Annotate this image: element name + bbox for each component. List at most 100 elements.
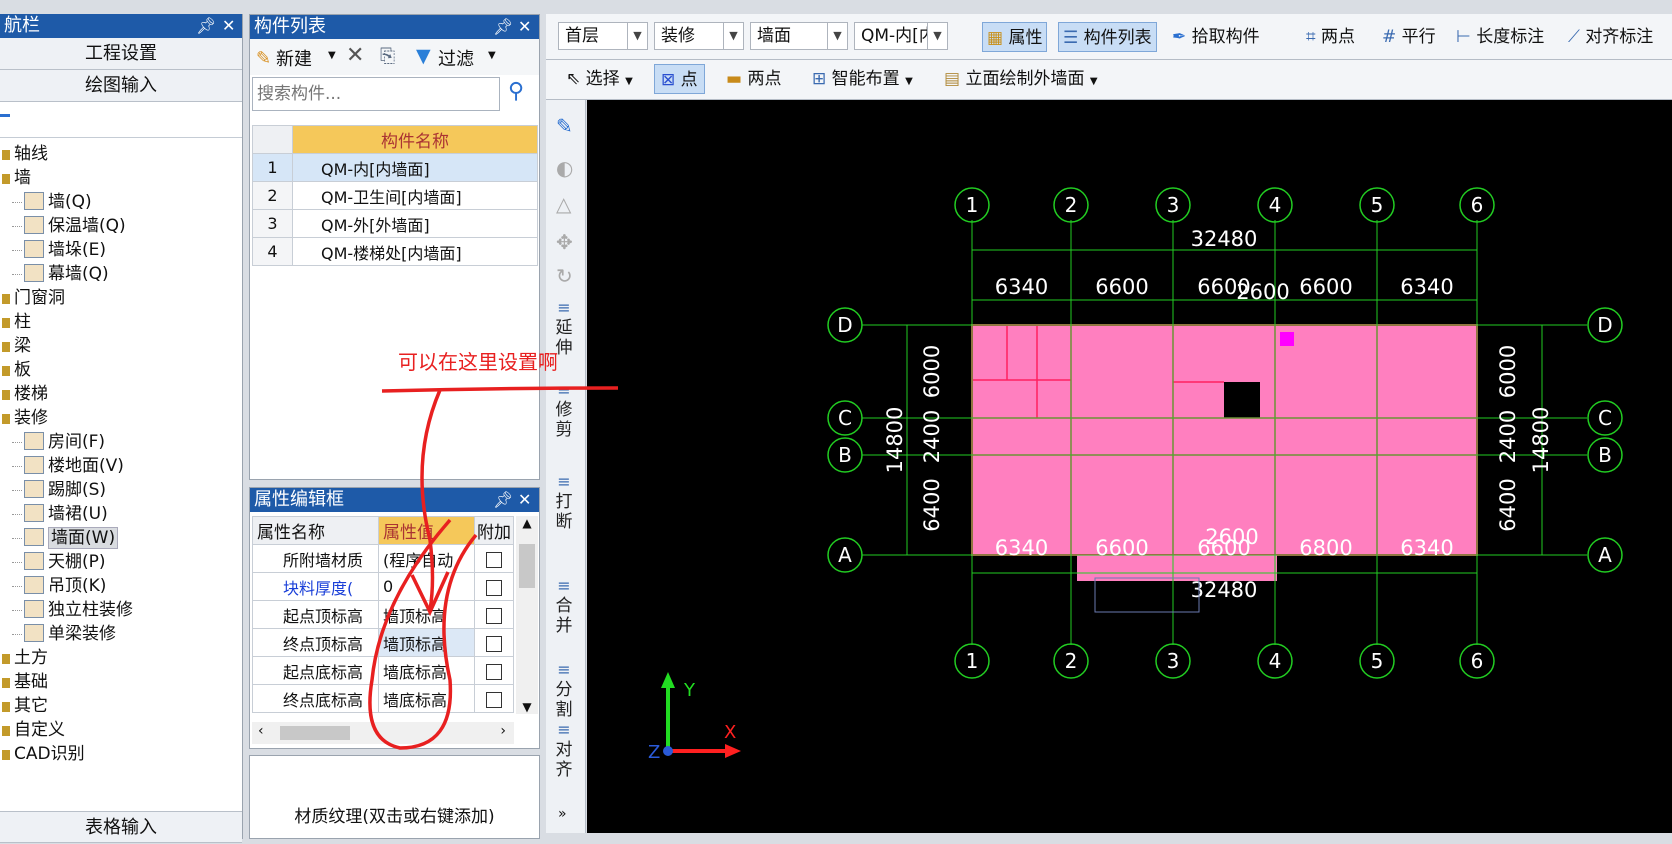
floor-plan-drawing[interactable]: 112233445566D DC CB BA A32480324806340 6600 66…	[587, 100, 1672, 833]
nav-tree-item[interactable]: 幕墙(Q)	[0, 262, 242, 286]
nav-tree-item[interactable]: 轴线	[0, 142, 242, 166]
component-name-header[interactable]: 构件名称	[292, 125, 538, 154]
component-name-cell[interactable]: QM-楼梯处[内墙面]	[292, 237, 538, 266]
scroll-right-icon[interactable]: ›	[500, 723, 506, 739]
hscroll-thumb[interactable]	[280, 726, 350, 740]
checkbox[interactable]	[486, 635, 502, 652]
new-button[interactable]: 新建	[276, 45, 312, 71]
nav-tree-item[interactable]: 门窗洞	[0, 286, 242, 310]
component-name-cell[interactable]: QM-卫生间[内墙面]	[292, 181, 538, 210]
table-row[interactable]: 1 QM-内[内墙面]	[252, 153, 538, 182]
property-extra-cell[interactable]	[474, 572, 514, 601]
drawing-input-button[interactable]: 绘图输入	[0, 70, 242, 102]
project-settings-button[interactable]: 工程设置	[0, 38, 242, 70]
property-extra-cell[interactable]	[474, 628, 514, 657]
nav-tree-item[interactable]: 梁	[0, 334, 242, 358]
component-name-cell[interactable]: QM-内[内墙面]	[292, 153, 538, 182]
vertical-tool-button[interactable]: ≡ 分割	[546, 660, 582, 720]
scroll-left-icon[interactable]: ‹	[258, 723, 264, 739]
checkbox[interactable]	[486, 579, 502, 596]
property-value-cell[interactable]: 墙顶标高	[378, 600, 475, 629]
nav-tree-item[interactable]: 基础	[0, 670, 242, 694]
table-row[interactable]: 所附墙材质 (程序自动	[252, 544, 514, 573]
vertical-tool-button[interactable]: ≡ 延伸	[546, 298, 582, 358]
move-icon[interactable]: ✥	[556, 230, 573, 254]
parallel-button[interactable]: # 平行	[1382, 22, 1436, 52]
nav-tree-item[interactable]: 楼地面(V)	[0, 454, 242, 478]
nav-tree-item[interactable]: 墙(Q)	[0, 190, 242, 214]
align-dim-button[interactable]: ⟋ 对齐标注	[1568, 22, 1653, 52]
filter-button[interactable]: 过滤	[438, 45, 474, 71]
table-row[interactable]: 起点底标高 墙底标高	[252, 656, 514, 685]
component-select[interactable]: QM-内[内 ▼	[854, 22, 948, 50]
table-row[interactable]: 4 QM-楼梯处[内墙面]	[252, 237, 538, 266]
properties-button[interactable]: ▦ 属性	[982, 22, 1048, 52]
component-name-cell[interactable]: QM-外[外墙面]	[292, 209, 538, 238]
delete-icon[interactable]: ✕	[346, 43, 364, 68]
expand-more-icon[interactable]: »	[558, 806, 567, 822]
vertical-tool-button[interactable]: ≡ 合并	[546, 576, 582, 636]
table-row[interactable]: 终点顶标高 墙顶标高	[252, 628, 514, 657]
property-extra-cell[interactable]	[474, 684, 514, 713]
vertical-tool-button[interactable]: ≡ 修剪	[546, 380, 582, 440]
brush-icon[interactable]: ✎	[556, 114, 573, 138]
table-row[interactable]: 终点底标高 墙底标高	[252, 684, 514, 713]
mirror-icon[interactable]: ◐	[556, 156, 573, 180]
nav-tree-item[interactable]: 土方	[0, 646, 242, 670]
nav-tree-item[interactable]: 墙	[0, 166, 242, 190]
texture-panel[interactable]: 材质纹理(双击或右键添加)	[249, 755, 540, 839]
table-row[interactable]: 3 QM-外[外墙面]	[252, 209, 538, 238]
type-select[interactable]: 墙面 ▼	[750, 22, 848, 50]
table-row[interactable]: 2 QM-卫生间[内墙面]	[252, 181, 538, 210]
smart-layout-button[interactable]: ⊞ 智能布置 ▼	[812, 64, 913, 94]
two-point-button[interactable]: ▬ 两点	[726, 64, 781, 94]
search-input[interactable]	[252, 77, 500, 111]
property-value-cell[interactable]: 墙顶标高	[378, 628, 475, 657]
nav-tree-item[interactable]: 保温墙(Q)	[0, 214, 242, 238]
property-extra-cell[interactable]	[474, 544, 514, 573]
select-button[interactable]: ⇖ 选择 ▼	[566, 64, 633, 94]
property-value-cell[interactable]: 墙底标高	[378, 656, 475, 685]
vertical-tool-button[interactable]: ≡ 对齐	[546, 720, 582, 780]
property-scrollbar[interactable]: ▲ ▼	[516, 516, 538, 714]
nav-tree-item[interactable]: 踢脚(S)	[0, 478, 242, 502]
nav-tree-item[interactable]: CAD识别	[0, 742, 242, 766]
pick-component-button[interactable]: ✒ 拾取构件	[1172, 22, 1260, 52]
nav-tree-item[interactable]: 单梁装修	[0, 622, 242, 646]
close-icon[interactable]: ✕	[518, 488, 531, 512]
nav-tree-item[interactable]: 墙裙(U)	[0, 502, 242, 526]
close-icon[interactable]: ✕	[518, 15, 531, 39]
scroll-up-icon[interactable]: ▲	[516, 516, 538, 530]
checkbox[interactable]	[486, 663, 502, 680]
nav-tree-item[interactable]: 天棚(P)	[0, 550, 242, 574]
nav-tree-item[interactable]: 墙垛(E)	[0, 238, 242, 262]
checkbox[interactable]	[486, 607, 502, 624]
flip-icon[interactable]: △	[556, 192, 571, 216]
table-row[interactable]: 起点顶标高 墙顶标高	[252, 600, 514, 629]
nav-tree-item[interactable]: 墙面(W)	[0, 526, 242, 550]
point-button[interactable]: ⊠ 点	[654, 64, 705, 94]
pin-icon[interactable]: 📌︎	[493, 15, 513, 39]
table-row[interactable]: 块料厚度(0	[252, 572, 514, 601]
nav-tree-item[interactable]: 板	[0, 358, 242, 382]
category-select[interactable]: 装修 ▼	[654, 22, 744, 50]
copy-icon[interactable]: ⎘	[380, 45, 395, 67]
pin-icon[interactable]: 📌︎	[493, 488, 513, 512]
table-input-button[interactable]: 表格输入	[0, 811, 242, 843]
elevation-draw-button[interactable]: ▤ 立面绘制外墙面 ▼	[944, 64, 1098, 94]
floor-select[interactable]: 首层 ▼	[558, 22, 648, 50]
close-icon[interactable]: ✕	[222, 14, 235, 38]
nav-tree-item[interactable]: 其它	[0, 694, 242, 718]
nav-tree-item[interactable]: 装修	[0, 406, 242, 430]
nav-tree-item[interactable]: 自定义	[0, 718, 242, 742]
property-extra-cell[interactable]	[474, 600, 514, 629]
pin-icon[interactable]: 📌︎	[196, 14, 216, 38]
scroll-down-icon[interactable]: ▼	[516, 700, 538, 714]
nav-tree-item[interactable]: 吊顶(K)	[0, 574, 242, 598]
search-icon[interactable]: ⚲	[508, 79, 524, 104]
drawing-canvas[interactable]: 1 1 2 2 3 3 4 4 5 5 6 6 D D C C B B A A 32480 32480 6340 6600 66…	[587, 100, 1672, 833]
length-dim-button[interactable]: ⊢ 长度标注	[1456, 22, 1544, 52]
rotate-icon[interactable]: ↻	[556, 264, 573, 288]
property-value-cell[interactable]: 0	[378, 572, 475, 601]
nav-tree-item[interactable]: 房间(F)	[0, 430, 242, 454]
